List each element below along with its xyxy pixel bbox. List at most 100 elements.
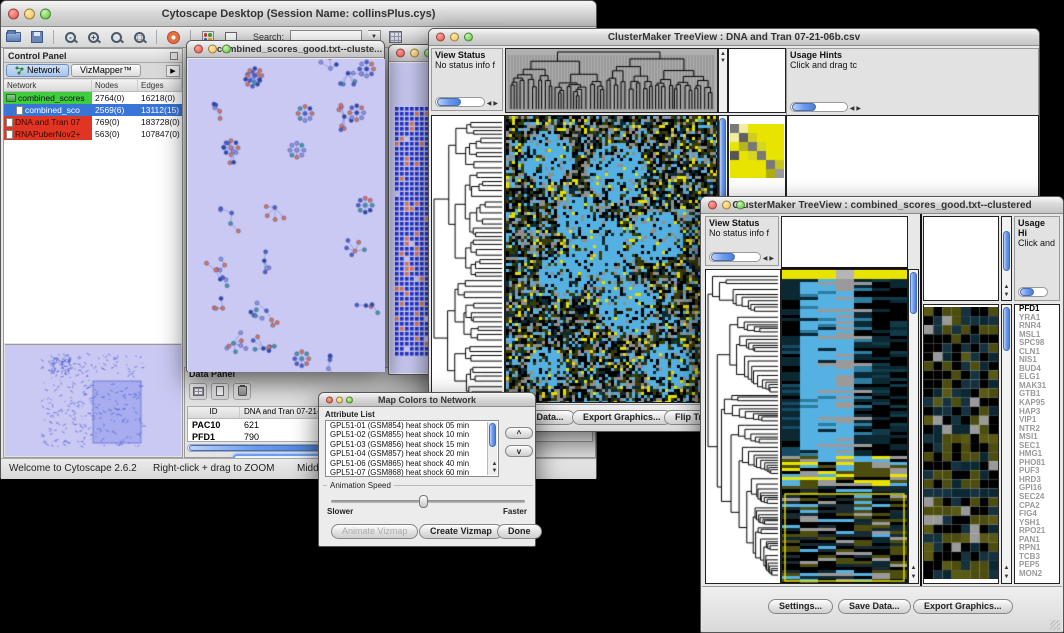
save-session-button[interactable] [28, 29, 45, 45]
network-row[interactable]: combined_sco 2569(6) 13112(15) [4, 104, 182, 116]
attribute-list-item[interactable]: GPL51-01 (GSM854) heat shock 05 min [328, 421, 498, 430]
more-tabs-button[interactable]: ▶ [166, 65, 180, 77]
tab-network[interactable]: Network [6, 64, 69, 77]
network-row[interactable]: DNA and Tran 07 769(0) 183728(0) [4, 116, 182, 128]
tv1-row-dendrogram-canvas[interactable] [432, 116, 504, 402]
close-button[interactable] [396, 49, 405, 58]
tv2-hints-scrollbar[interactable] [1018, 287, 1048, 297]
attribute-list-scrollbar[interactable]: ▲ ▼ [487, 422, 497, 475]
close-button[interactable] [194, 45, 203, 54]
col-id[interactable]: ID [188, 407, 240, 418]
close-button[interactable] [708, 201, 717, 210]
tv2-save-data-button[interactable]: Save Data... [838, 599, 911, 614]
scroll-thumb[interactable] [910, 272, 917, 314]
minimize-button[interactable] [410, 49, 419, 58]
minimize-button[interactable] [208, 45, 217, 54]
tv1-heatmap-panel[interactable] [505, 115, 718, 403]
new-attribute-button[interactable] [211, 383, 229, 400]
scroll-thumb[interactable] [1020, 288, 1034, 296]
close-button[interactable] [326, 396, 333, 403]
minimize-button[interactable] [336, 396, 343, 403]
tv2-zoom-heatmap-panel[interactable] [923, 304, 999, 584]
scroll-down-icon[interactable]: ▼ [909, 574, 918, 580]
tv2-heatmap-panel[interactable] [781, 269, 908, 584]
zoom-button[interactable] [464, 33, 473, 42]
zoom-selected-button[interactable] [108, 29, 125, 45]
scroll-thumb[interactable] [437, 98, 461, 106]
tv1-mini-scrollbar[interactable]: ▲ ▼ [718, 48, 728, 113]
zoom-button[interactable] [40, 8, 51, 19]
minimize-button[interactable] [450, 33, 459, 42]
network-view-titlebar[interactable]: combined_scores_good.txt--cluste... [187, 41, 384, 58]
scroll-down-icon[interactable]: ▼ [719, 58, 727, 64]
tv2-top-dendrogram-area[interactable] [781, 216, 908, 269]
attribute-list-item[interactable]: GPL51-07 (GSM868) heat shock 60 min [328, 468, 498, 477]
minimize-button[interactable] [24, 8, 35, 19]
attribute-select-button[interactable] [189, 383, 207, 400]
speed-slider-track[interactable] [331, 500, 525, 503]
scroll-up-icon[interactable]: ▲ [490, 461, 499, 467]
speed-slider-thumb[interactable] [419, 495, 428, 508]
zoom-button[interactable] [736, 201, 745, 210]
scroll-arrows-icon[interactable]: ◀▶ [763, 254, 776, 264]
help-button[interactable] [165, 29, 182, 45]
delete-attribute-button[interactable] [233, 383, 251, 400]
tv1-heatmap-canvas[interactable] [506, 116, 717, 402]
scroll-thumb[interactable] [792, 103, 816, 111]
tab-vizmapper[interactable]: VizMapper™ [71, 64, 141, 77]
close-button[interactable] [436, 33, 445, 42]
id-mapper-button[interactable] [387, 29, 404, 45]
tv2-export-graphics-button[interactable]: Export Graphics... [913, 599, 1013, 614]
move-up-button[interactable]: ^ [505, 427, 533, 439]
tv1-export-graphics-button[interactable]: Export Graphics... [572, 410, 672, 425]
attribute-list-item[interactable]: GPL51-06 (GSM865) heat shock 40 min [328, 459, 498, 468]
done-button[interactable]: Done [497, 524, 542, 539]
zoom-button[interactable] [346, 396, 353, 403]
birdseye-canvas[interactable] [5, 345, 179, 455]
scroll-up-icon[interactable]: ▲ [719, 51, 727, 57]
tv1-column-dendrogram-canvas[interactable] [506, 49, 717, 112]
zoom-fit-button[interactable]: □ [131, 29, 148, 45]
scroll-thumb[interactable] [489, 423, 496, 447]
zoom-in-button[interactable]: + [85, 29, 102, 45]
scroll-thumb[interactable] [189, 445, 321, 451]
zoom-button[interactable] [222, 45, 231, 54]
tv1-zoom-matrix-canvas[interactable] [730, 124, 784, 178]
float-panel-icon[interactable] [170, 52, 178, 60]
scroll-down-icon[interactable]: ▼ [1002, 574, 1011, 580]
col-nodes[interactable]: Nodes [92, 80, 138, 91]
tv2-genes-scrollbar[interactable]: ▲ ▼ [1001, 304, 1012, 584]
main-titlebar[interactable]: Cytoscape Desktop (Session Name: collins… [1, 1, 596, 27]
scroll-thumb[interactable] [711, 253, 735, 261]
close-button[interactable] [8, 8, 19, 19]
animate-vizmap-button[interactable]: Animate Vizmap [331, 524, 418, 539]
scroll-up-icon[interactable]: ▲ [909, 565, 918, 571]
scroll-arrows-icon[interactable]: ◀▶ [850, 104, 863, 114]
network-row[interactable]: RNAPuberNov2+ 563(0) 107847(0) [4, 128, 182, 140]
scroll-thumb[interactable] [1003, 231, 1010, 271]
dialog-titlebar[interactable]: Map Colors to Network [319, 393, 535, 407]
tv2-heatmap-scrollbar[interactable]: ▲ ▼ [908, 269, 919, 584]
minimize-button[interactable] [722, 201, 731, 210]
tv1-status-scrollbar[interactable]: ◀▶ [435, 97, 485, 107]
tv2-row-dendrogram-panel[interactable] [705, 269, 781, 584]
tv2-row-dendrogram-canvas[interactable] [706, 270, 780, 583]
scroll-up-icon[interactable]: ▲ [1002, 284, 1011, 290]
tv2-labels-scrollbar[interactable]: ▲ ▼ [1001, 216, 1012, 301]
tv2-settings-button[interactable]: Settings... [768, 599, 833, 614]
resize-grip[interactable] [1050, 620, 1060, 630]
col-edges[interactable]: Edges [138, 80, 182, 91]
tv1-hints-scrollbar[interactable]: ◀▶ [790, 102, 848, 112]
data-panel-hscrollbar[interactable] [187, 444, 337, 452]
create-vizmap-button[interactable]: Create Vizmap [419, 524, 503, 539]
scroll-arrows-icon[interactable]: ◀▶ [487, 99, 500, 109]
scroll-up-icon[interactable]: ▲ [1002, 565, 1011, 571]
attribute-list-item[interactable]: GPL51-03 (GSM856) heat shock 15 min [328, 440, 498, 449]
attribute-list-item[interactable]: GPL51-02 (GSM855) heat shock 10 min [328, 430, 498, 439]
zoom-out-button[interactable]: - [62, 29, 79, 45]
col-network[interactable]: Network [4, 80, 92, 91]
scroll-down-icon[interactable]: ▼ [490, 468, 499, 474]
open-session-button[interactable] [5, 29, 22, 45]
move-down-button[interactable]: v [505, 445, 533, 457]
attribute-list-item[interactable]: GPL51-04 (GSM857) heat shock 20 min [328, 449, 498, 458]
